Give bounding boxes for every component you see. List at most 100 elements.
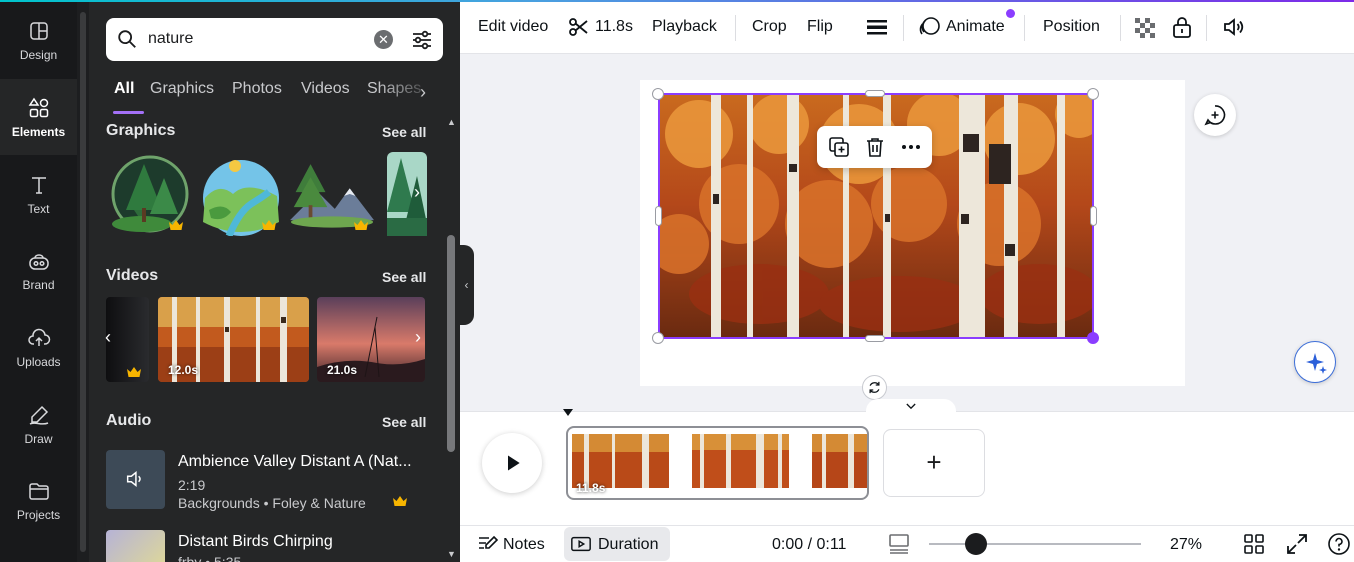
more-options-icon[interactable]	[899, 135, 923, 159]
duration-button[interactable]: Duration	[564, 527, 670, 561]
trim-duration-button[interactable]: 11.8s	[595, 18, 633, 36]
playback-button[interactable]: Playback	[652, 18, 717, 36]
scissors-icon[interactable]	[567, 15, 591, 39]
graphics-section-title: Graphics	[106, 122, 176, 139]
clear-search-icon[interactable]: ✕	[374, 30, 393, 49]
scroll-up-icon[interactable]: ▲	[447, 117, 456, 127]
duplicate-icon[interactable]	[827, 135, 851, 159]
sparkle-icon	[1306, 353, 1327, 374]
videos-see-all[interactable]: See all	[382, 269, 426, 285]
active-tab-indicator	[113, 111, 144, 114]
videos-next-icon[interactable]: ›	[415, 327, 421, 348]
transparency-icon[interactable]	[1133, 16, 1157, 40]
search-icon	[118, 30, 136, 48]
volume-icon[interactable]	[1222, 15, 1246, 39]
animate-button[interactable]: Animate	[946, 18, 1005, 36]
rail-brand[interactable]: Brand	[0, 232, 77, 308]
resize-handle-top[interactable]	[865, 90, 885, 97]
uploads-icon	[27, 328, 50, 346]
tab-graphics[interactable]: Graphics	[150, 80, 214, 98]
video-clip-track[interactable]: 11.8s	[566, 426, 869, 500]
rail-uploads-label: Uploads	[16, 354, 61, 369]
video-thumbnail-sunset[interactable]: 21.0s	[317, 297, 425, 382]
audio-item-title[interactable]: Distant Birds Chirping	[178, 533, 333, 551]
resize-handle-right[interactable]	[1090, 206, 1097, 226]
resize-handle-bottom[interactable]	[865, 335, 885, 342]
rail-projects-label: Projects	[16, 507, 61, 522]
animate-notification-dot	[1006, 9, 1015, 18]
position-button[interactable]: Position	[1043, 18, 1100, 36]
audio-item-title[interactable]: Ambience Valley Distant A (Nat...	[178, 453, 412, 471]
zoom-level[interactable]: 27%	[1170, 536, 1202, 554]
resize-handle-left[interactable]	[655, 206, 662, 226]
resize-handle-bottom-left[interactable]	[652, 332, 664, 344]
rotate-handle[interactable]	[862, 375, 887, 400]
trash-icon[interactable]	[863, 135, 887, 159]
resize-handle-top-right[interactable]	[1087, 88, 1099, 100]
tabs-next-icon[interactable]: ›	[420, 82, 426, 103]
rail-projects[interactable]: Projects	[0, 462, 77, 538]
border-style-icon[interactable]	[865, 15, 889, 39]
scrollbar-thumb[interactable]	[447, 235, 455, 452]
timeline-collapse-handle[interactable]	[866, 399, 956, 413]
comment-button[interactable]	[1194, 94, 1236, 136]
premium-crown-icon	[126, 365, 142, 377]
rail-draw-label: Draw	[24, 431, 53, 446]
lock-icon[interactable]	[1170, 15, 1194, 39]
audio-see-all[interactable]: See all	[382, 414, 426, 430]
collapse-panel-button[interactable]: ‹	[459, 245, 474, 325]
add-clip-button[interactable]: +	[883, 429, 985, 497]
left-rail: Design Elements Text Brand Uploads Draw …	[0, 0, 77, 562]
resize-handle-top-left[interactable]	[652, 88, 664, 100]
rotate-icon	[869, 381, 880, 394]
zoom-slider-track[interactable]	[929, 543, 1141, 545]
crop-button[interactable]: Crop	[752, 18, 787, 36]
graphic-pine-forest[interactable]	[387, 152, 427, 236]
audio-item-meta: frby • 5:35	[178, 554, 242, 562]
search-input[interactable]: nature	[148, 30, 193, 48]
grid-view-icon[interactable]	[1242, 532, 1266, 556]
graphics-next-icon[interactable]: ›	[414, 182, 420, 203]
tab-all[interactable]: All	[114, 80, 134, 98]
rail-brand-label: Brand	[22, 277, 55, 292]
edit-video-button[interactable]: Edit video	[478, 18, 548, 36]
play-button[interactable]	[482, 433, 542, 493]
brand-icon	[28, 253, 49, 270]
audio-thumbnail[interactable]	[106, 450, 165, 509]
toolbar-divider	[903, 15, 904, 41]
zoom-slider-knob[interactable]	[964, 533, 987, 555]
notes-icon[interactable]	[476, 532, 500, 556]
rail-draw[interactable]: Draw	[0, 386, 77, 462]
videos-prev-icon[interactable]: ‹	[105, 327, 111, 348]
page-view-icon[interactable]	[887, 532, 911, 556]
notes-button[interactable]: Notes	[503, 536, 545, 554]
panel-scrollbar[interactable]: ▲ ▼	[444, 113, 460, 562]
audio-item-duration: 2:19	[178, 477, 206, 493]
search-box[interactable]: nature ✕	[106, 18, 443, 61]
rail-scrollbar[interactable]	[77, 0, 89, 562]
rail-design[interactable]: Design	[0, 2, 77, 78]
flip-button[interactable]: Flip	[807, 18, 833, 36]
resize-handle-bottom-right[interactable]	[1087, 332, 1099, 344]
design-icon	[29, 21, 48, 40]
fullscreen-icon[interactable]	[1285, 532, 1309, 556]
filter-icon[interactable]	[410, 28, 434, 52]
rail-text[interactable]: Text	[0, 156, 77, 232]
graphics-see-all[interactable]: See all	[382, 124, 426, 140]
help-icon[interactable]	[1327, 532, 1351, 556]
rail-uploads[interactable]: Uploads	[0, 309, 77, 385]
audio-item-category: Backgrounds • Foley & Nature	[178, 495, 366, 511]
scroll-down-icon[interactable]: ▼	[447, 549, 456, 559]
premium-crown-icon	[353, 218, 369, 230]
tab-videos[interactable]: Videos	[301, 80, 350, 98]
rail-elements[interactable]: Elements	[0, 79, 77, 155]
elements-icon	[28, 97, 48, 117]
playhead-marker[interactable]	[563, 407, 573, 417]
video-thumbnail-autumn-forest[interactable]: 12.0s	[158, 297, 309, 382]
tab-photos[interactable]: Photos	[232, 80, 282, 98]
magic-assistant-button[interactable]	[1294, 341, 1336, 383]
animate-icon[interactable]	[918, 15, 942, 39]
video-thumbnail-dark[interactable]	[106, 297, 149, 382]
audio-thumbnail[interactable]	[106, 530, 165, 562]
clip-duration: 11.8s	[576, 481, 606, 495]
